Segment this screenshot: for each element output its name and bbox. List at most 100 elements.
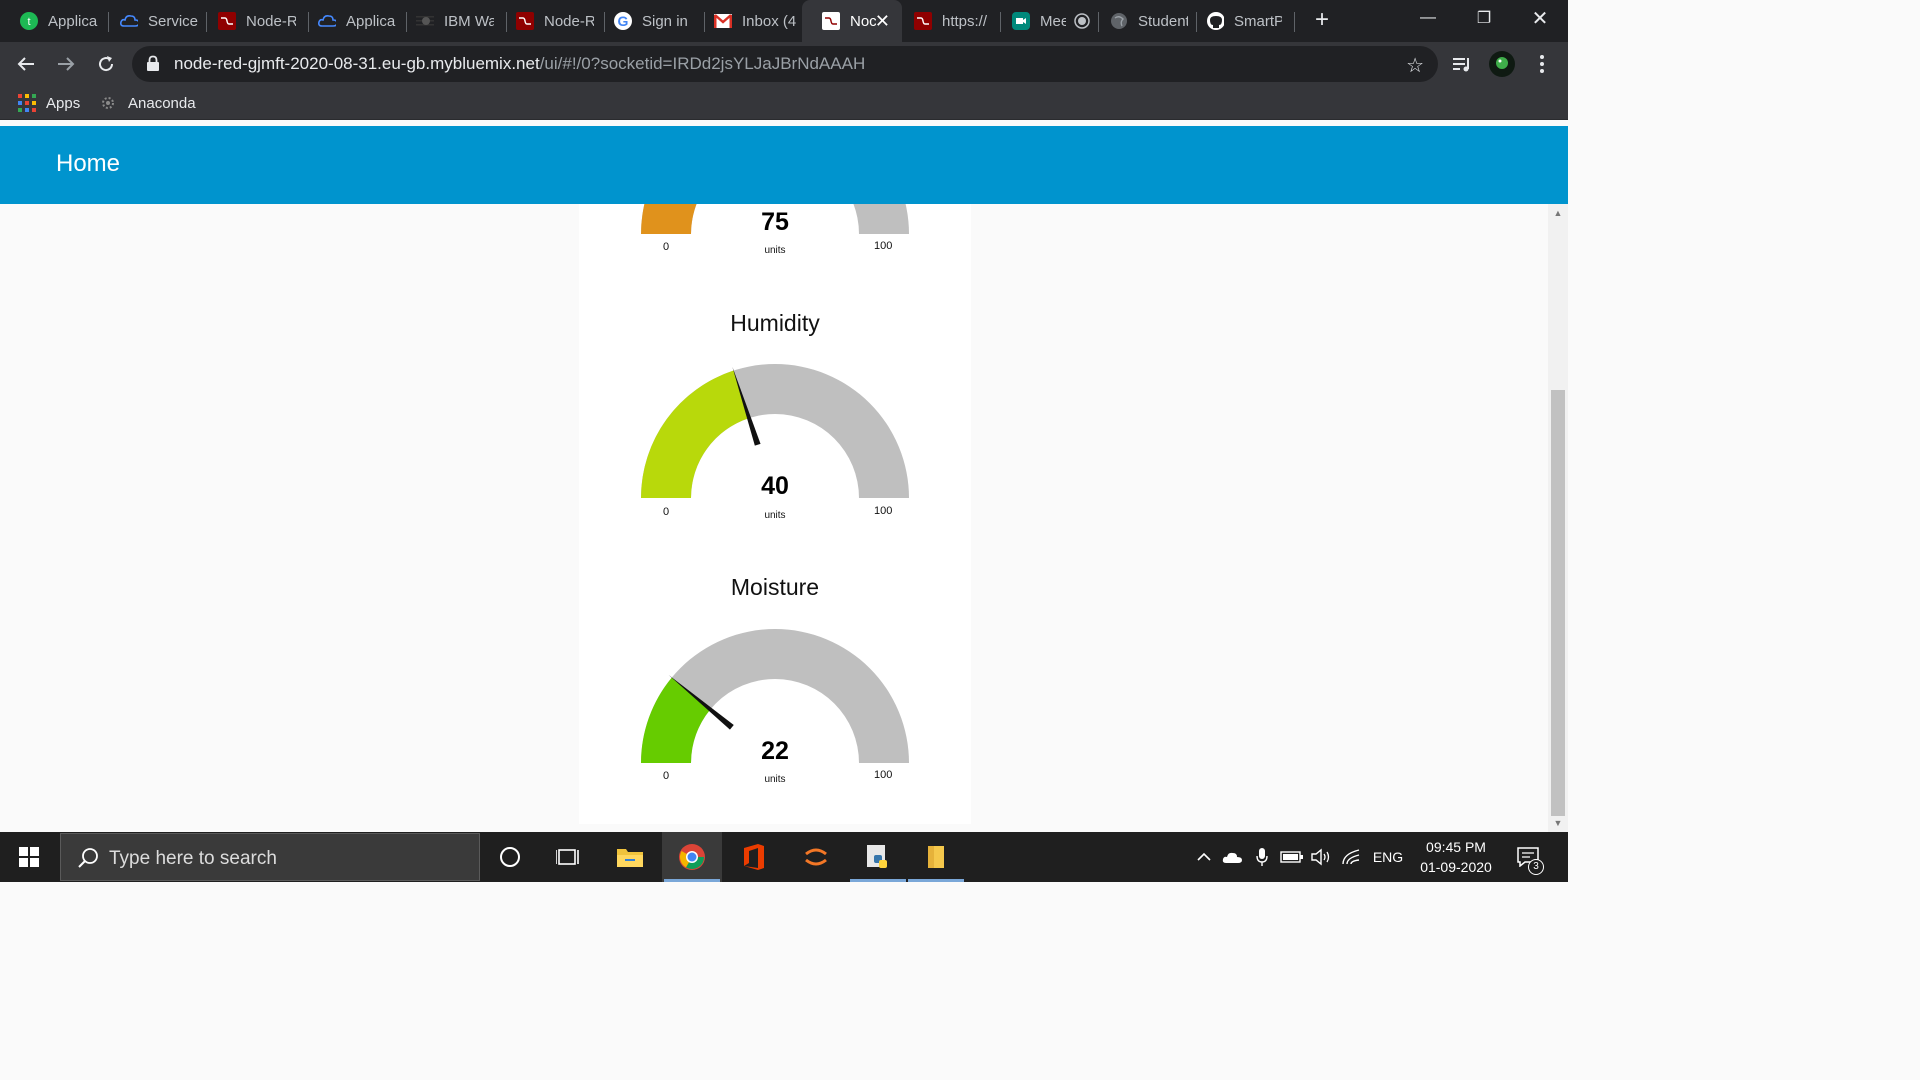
tab-label: Sign in <box>642 12 688 30</box>
apps-grid-icon <box>18 94 36 112</box>
tab-label: https:// <box>942 12 988 30</box>
scroll-up-arrow-icon[interactable]: ▲ <box>1552 208 1564 218</box>
ibm-watson-icon <box>416 12 434 30</box>
bookmarks-bar: Apps Anaconda <box>0 86 1568 120</box>
gauges-canvas <box>641 204 909 763</box>
ibm-cloud-icon <box>318 12 336 30</box>
svg-text:t: t <box>27 16 30 28</box>
back-button[interactable] <box>12 50 40 78</box>
tab-label: Applica <box>48 12 98 30</box>
tab-label: SmartP <box>1234 12 1282 30</box>
tab-9[interactable]: https:// <box>902 0 1000 42</box>
onedrive-icon[interactable] <box>1220 832 1246 882</box>
tab-label: Inbox (4 <box>742 12 796 30</box>
battery-icon[interactable] <box>1278 832 1306 882</box>
page-scrollbar[interactable]: ▲ ▼ <box>1548 204 1568 832</box>
wifi-icon[interactable] <box>1338 832 1364 882</box>
start-button[interactable] <box>0 832 58 882</box>
node-red-icon <box>516 12 534 30</box>
volume-icon[interactable] <box>1308 832 1334 882</box>
tab-label: Node-R <box>544 12 594 30</box>
tab-11[interactable]: Student <box>1090 0 1196 42</box>
reload-button[interactable] <box>92 50 120 78</box>
node-red-icon <box>218 12 236 30</box>
tab-label: Applica <box>346 12 396 30</box>
lock-icon <box>146 55 160 76</box>
address-bar[interactable]: node-red-gjmft-2020-08-31.eu-gb.mybluemi… <box>132 46 1438 82</box>
media-queue-icon[interactable] <box>1450 52 1474 76</box>
system-clock[interactable]: 09:45 PM 01-09-2020 <box>1410 837 1502 877</box>
gauge-card: 75 units 0 100 Humidity 40 units 0 100 M… <box>579 204 971 824</box>
jupyter-icon[interactable] <box>786 832 846 882</box>
screen: t Applica Service Node-R Applica IBM Wa … <box>0 0 1568 882</box>
dashboard-header: Home <box>0 126 1568 204</box>
svg-text:G: G <box>618 13 629 29</box>
url-path: /ui/#!/0?socketid=IRDd2jsYLJaJBrNdAAAH <box>539 54 866 73</box>
restore-button[interactable]: ❐ <box>1456 0 1512 36</box>
windows-logo-icon <box>19 847 39 867</box>
tab-label: Node-R <box>246 12 296 30</box>
tab-1[interactable]: Service <box>100 0 206 42</box>
chrome-taskbar-icon[interactable] <box>662 832 722 882</box>
gauge-fill <box>641 204 697 234</box>
tab-label: IBM Wa <box>444 12 494 30</box>
tab-2[interactable]: Node-R <box>198 0 306 42</box>
tab-8-active[interactable]: Noc ✕ <box>802 0 902 42</box>
gmail-icon <box>714 12 732 30</box>
browser-toolbar: node-red-gjmft-2020-08-31.eu-gb.mybluemi… <box>0 42 1568 86</box>
page-title: Home <box>56 150 121 177</box>
folder-icon[interactable] <box>906 832 966 882</box>
github-icon <box>1206 12 1224 30</box>
more-menu-icon[interactable] <box>1530 52 1554 76</box>
search-placeholder: Type here to search <box>109 848 277 869</box>
tab-6[interactable]: G Sign in <box>594 0 702 42</box>
file-explorer-icon[interactable] <box>600 832 660 882</box>
browser-tab-strip: t Applica Service Node-R Applica IBM Wa … <box>0 0 1568 42</box>
forward-arrow-icon <box>58 57 75 71</box>
bookmark-anaconda[interactable]: Anaconda <box>98 93 196 113</box>
tab-label: Student <box>1138 12 1188 30</box>
url-host: node-red-gjmft-2020-08-31.eu-gb.mybluemi… <box>174 54 540 73</box>
close-window-button[interactable]: ✕ <box>1512 0 1568 36</box>
new-tab-button[interactable]: + <box>1310 8 1334 32</box>
python-idle-icon[interactable] <box>848 832 908 882</box>
google-meet-icon <box>1012 12 1030 30</box>
show-hidden-icons-chevron-icon[interactable] <box>1192 832 1216 882</box>
scroll-down-arrow-icon[interactable]: ▼ <box>1552 818 1564 828</box>
forward-button[interactable] <box>52 50 80 78</box>
back-arrow-icon <box>17 57 34 71</box>
windows-taskbar: Type here to search ENG 09:45 PM 01-09-2… <box>0 832 1568 882</box>
tab-12[interactable]: SmartP <box>1186 0 1292 42</box>
tab-10[interactable]: Mee <box>992 0 1098 42</box>
language-indicator[interactable]: ENG <box>1368 832 1408 882</box>
cortana-icon[interactable] <box>480 832 540 882</box>
tab-5[interactable]: Node-R <box>496 0 604 42</box>
taskbar-search-box[interactable]: Type here to search <box>60 833 480 881</box>
scrollbar-thumb[interactable] <box>1551 390 1565 816</box>
node-red-icon <box>914 12 932 30</box>
bookmark-apps[interactable]: Apps <box>18 93 80 113</box>
task-view-icon[interactable] <box>538 832 598 882</box>
recording-icon <box>1074 13 1090 29</box>
url-text: node-red-gjmft-2020-08-31.eu-gb.mybluemi… <box>174 54 865 74</box>
tab-separator <box>1294 12 1295 32</box>
close-tab-icon[interactable]: ✕ <box>875 11 890 32</box>
google-icon: G <box>614 12 632 30</box>
tab-3[interactable]: Applica <box>298 0 406 42</box>
dashboard-page: Home 75 units 0 100 Humidity 40 units 0 … <box>0 126 1568 832</box>
clock-time: 09:45 PM <box>1426 839 1486 855</box>
notifications-icon[interactable] <box>1512 832 1544 882</box>
notification-count-badge: 3 <box>1528 859 1544 875</box>
office-icon[interactable] <box>724 832 784 882</box>
minimize-button[interactable]: — <box>1400 0 1456 36</box>
tab-0[interactable]: t Applica <box>0 0 108 42</box>
tab-4[interactable]: IBM Wa <box>396 0 504 42</box>
profile-avatar[interactable] <box>1488 50 1516 78</box>
tab-label: Mee <box>1040 12 1066 30</box>
tab-7[interactable]: Inbox (4 <box>694 0 802 42</box>
bookmark-star-icon[interactable]: ☆ <box>1406 53 1424 78</box>
ibm-cloud-icon <box>120 12 138 30</box>
microphone-icon[interactable] <box>1250 832 1274 882</box>
bookmark-label: Anaconda <box>128 94 196 112</box>
clock-date: 01-09-2020 <box>1420 859 1492 875</box>
